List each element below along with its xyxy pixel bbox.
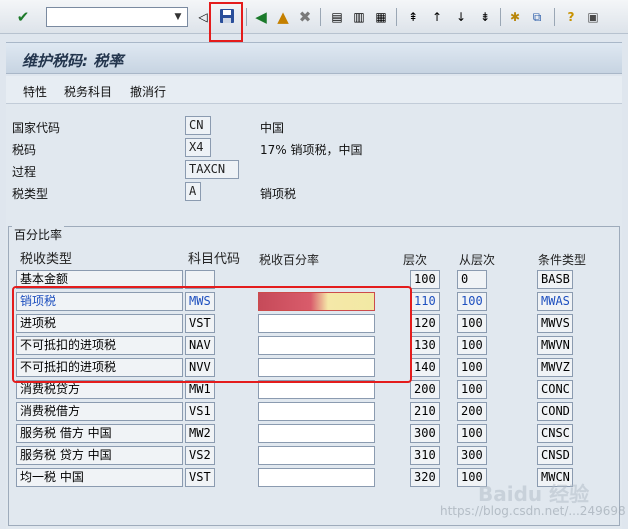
- cancel-icon[interactable]: ✖: [296, 8, 314, 26]
- col-from-level: 从层次: [459, 253, 496, 267]
- last-page-icon[interactable]: ⇟: [476, 8, 494, 26]
- taxtype-description: 销项税: [260, 187, 297, 201]
- title-bar: 维护税码: 税率: [6, 42, 622, 74]
- toolbar-separator: [554, 8, 555, 26]
- row-tax-rate-input[interactable]: [258, 468, 375, 487]
- row-from-level: 200: [457, 402, 487, 421]
- help-icon[interactable]: ?: [562, 8, 580, 26]
- country-label: 国家代码: [12, 121, 61, 135]
- taxtype-label: 税类型: [12, 187, 49, 201]
- row-tax-rate-input[interactable]: [258, 446, 375, 465]
- chevron-down-icon[interactable]: ▼: [171, 9, 185, 25]
- row-from-level: 100: [457, 358, 487, 377]
- row-condition-type: CNSC: [537, 424, 573, 443]
- toolbar-separator: [396, 8, 397, 26]
- row-level: 130: [410, 336, 440, 355]
- row-condition-type: MWVS: [537, 314, 573, 333]
- row-from-level: 300: [457, 446, 487, 465]
- col-tax-type: 税收类型: [20, 252, 73, 267]
- menu-delete-row[interactable]: 撤消行: [130, 83, 166, 100]
- ok-icon[interactable]: ✔: [14, 8, 32, 26]
- row-account-key: VST: [185, 468, 215, 487]
- taxcode-description: 17% 销项税，中国: [260, 143, 363, 157]
- new-session-icon[interactable]: ✱: [506, 8, 524, 26]
- row-level: 100: [410, 270, 440, 289]
- row-condition-type: MWAS: [537, 292, 573, 311]
- procedure-label: 过程: [12, 165, 37, 179]
- row-account-key: VS2: [185, 446, 215, 465]
- row-from-level: 0: [457, 270, 487, 289]
- next-page-icon[interactable]: ↓: [452, 8, 470, 26]
- toolbar-separator: [246, 8, 247, 26]
- row-level: 320: [410, 468, 440, 487]
- row-tax-type: 均一税 中国: [16, 468, 183, 487]
- highlight-annotation: [12, 286, 412, 383]
- row-condition-type: BASB: [537, 270, 573, 289]
- exit-icon[interactable]: ▲: [274, 8, 292, 26]
- row-condition-type: CONC: [537, 380, 573, 399]
- country-name: 中国: [260, 121, 285, 135]
- command-input[interactable]: [47, 8, 167, 26]
- taxcode-field[interactable]: X4: [185, 138, 211, 157]
- row-condition-type: CNSD: [537, 446, 573, 465]
- print-icon[interactable]: ▤: [328, 8, 346, 26]
- row-level: 310: [410, 446, 440, 465]
- menu-tax-accounts[interactable]: 税务科目: [64, 83, 112, 100]
- first-page-icon[interactable]: ⇞: [404, 8, 422, 26]
- row-level: 210: [410, 402, 440, 421]
- col-account-key: 科目代码: [188, 252, 241, 267]
- row-from-level: 100: [457, 292, 487, 311]
- taxtype-field[interactable]: A: [185, 182, 201, 201]
- layout-icon[interactable]: ▣: [584, 8, 602, 26]
- row-condition-type: COND: [537, 402, 573, 421]
- watermark-url: https://blog.csdn.net/...249698: [440, 504, 626, 518]
- row-level: 110: [410, 292, 440, 311]
- row-account-key: MW2: [185, 424, 215, 443]
- row-tax-rate-input[interactable]: [258, 402, 375, 421]
- group-title: 百分比率: [12, 226, 65, 243]
- row-tax-type: 服务税 借方 中国: [16, 424, 183, 443]
- col-tax-rate: 税收百分率: [259, 253, 320, 267]
- col-level: 层次: [403, 253, 428, 267]
- toolbar-separator: [320, 8, 321, 26]
- shortcut-icon[interactable]: ⧉: [528, 8, 546, 26]
- row-from-level: 100: [457, 314, 487, 333]
- find-icon[interactable]: ▥: [350, 8, 368, 26]
- row-account-key: VS1: [185, 402, 215, 421]
- country-code-field[interactable]: CN: [185, 116, 211, 135]
- row-condition-type: MWVZ: [537, 358, 573, 377]
- col-condition-type: 条件类型: [538, 253, 587, 267]
- row-condition-type: MWVN: [537, 336, 573, 355]
- page-title: 维护税码: 税率: [22, 52, 124, 70]
- row-from-level: 100: [457, 336, 487, 355]
- row-tax-type: 服务税 贷方 中国: [16, 446, 183, 465]
- toolbar-separator: [500, 8, 501, 26]
- row-from-level: 100: [457, 424, 487, 443]
- back-icon[interactable]: ◀: [252, 8, 270, 26]
- row-level: 200: [410, 380, 440, 399]
- watermark-logo: Baidu 经验: [478, 482, 590, 506]
- row-level: 120: [410, 314, 440, 333]
- row-level: 140: [410, 358, 440, 377]
- procedure-field[interactable]: TAXCN: [185, 160, 239, 179]
- application-toolbar: 特性 税务科目 撤消行: [6, 76, 622, 104]
- find-next-icon[interactable]: ▦: [372, 8, 390, 26]
- row-tax-rate-input[interactable]: [258, 424, 375, 443]
- system-toolbar: ✔ ▼ ◁ ◀ ▲ ✖ ▤ ▥ ▦ ⇞ ↑ ↓ ⇟ ✱ ⧉ ? ▣: [0, 0, 628, 42]
- command-field[interactable]: ▼: [46, 7, 188, 27]
- row-level: 300: [410, 424, 440, 443]
- menu-properties[interactable]: 特性: [23, 83, 47, 100]
- row-from-level: 100: [457, 380, 487, 399]
- taxcode-label: 税码: [12, 143, 37, 157]
- row-tax-type: 消费税借方: [16, 402, 183, 421]
- prev-page-icon[interactable]: ↑: [428, 8, 446, 26]
- save-highlight-annotation: [209, 2, 243, 42]
